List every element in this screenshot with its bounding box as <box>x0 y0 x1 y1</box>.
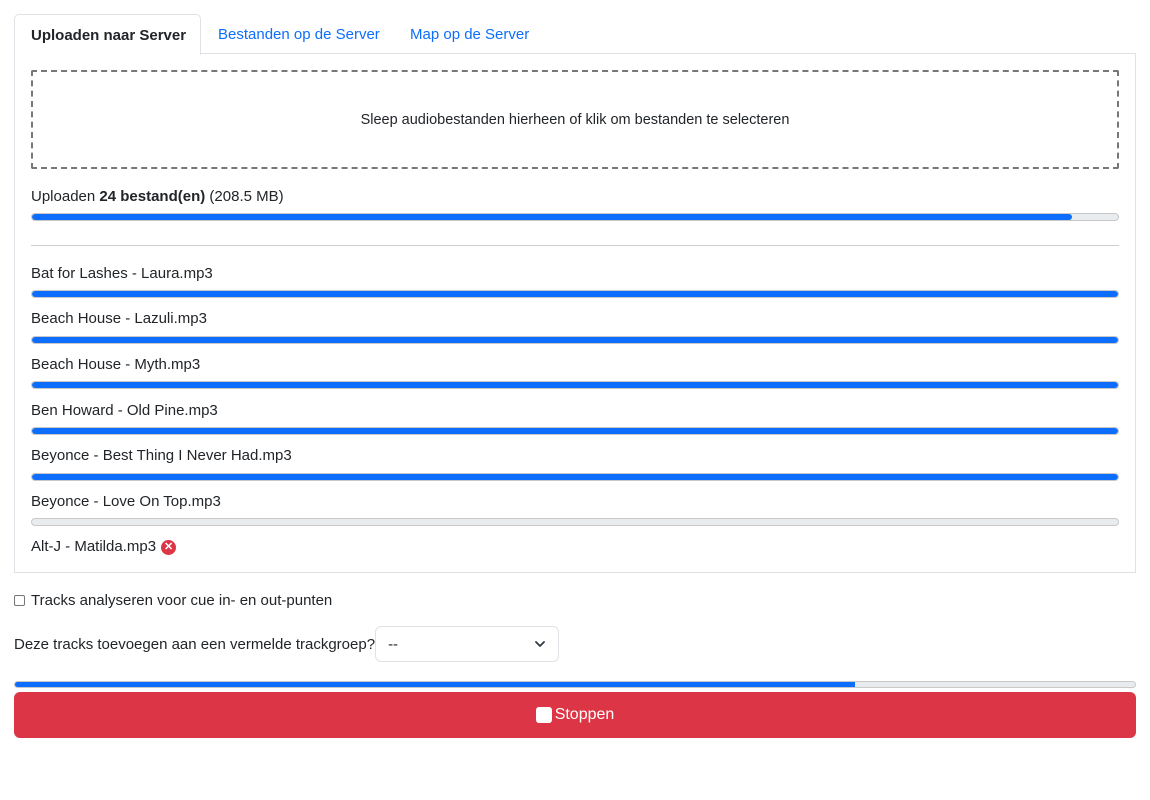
tab-upload-to-server[interactable]: Uploaden naar Server <box>14 14 201 55</box>
file-name: Beyonce - Best Thing I Never Had.mp3 <box>31 447 292 464</box>
file-progress-bar <box>31 473 1119 481</box>
track-group-selected: -- <box>388 635 399 653</box>
analyze-option[interactable]: Tracks analyseren voor cue in- en out-pu… <box>14 592 332 609</box>
file-progress-bar <box>31 381 1119 389</box>
summary-size: (208.5 MB) <box>209 188 284 205</box>
summary-progress-fill <box>32 214 1073 220</box>
error-icon: ✕ <box>161 540 177 555</box>
failed-file-name: Alt-J - Matilda.mp3 <box>31 538 157 555</box>
file-progress-fill <box>32 474 1118 480</box>
summary-prefix: Uploaden <box>31 188 96 205</box>
file-name: Beach House - Lazuli.mp3 <box>31 310 207 327</box>
summary-count: 24 bestand(en) <box>99 188 206 205</box>
summary-progress-bar <box>31 213 1119 221</box>
file-progress-bar <box>31 427 1119 435</box>
failed-file: Alt-J - Matilda.mp3 ✕ <box>31 538 177 555</box>
chevron-down-icon <box>535 641 545 647</box>
tab-bar: Uploaden naar Server Bestanden op de Ser… <box>14 14 1136 55</box>
file-name: Ben Howard - Old Pine.mp3 <box>31 402 218 419</box>
tab-files-on-server[interactable]: Bestanden op de Server <box>202 14 396 53</box>
overall-progress-bar <box>14 681 1136 688</box>
stop-button-label: Stoppen <box>554 706 615 723</box>
file-progress-fill <box>32 428 1118 434</box>
file-progress-bar <box>31 290 1119 298</box>
divider <box>31 245 1119 246</box>
stop-button[interactable]: Stoppen <box>14 692 1136 738</box>
file-name: Beyonce - Love On Top.mp3 <box>31 493 221 510</box>
file-progress-fill <box>32 382 1118 388</box>
file-progress-fill <box>32 291 1118 297</box>
file-progress-fill <box>32 337 1118 343</box>
upload-panel: Sleep audiobestanden hierheen of klik om… <box>14 53 1136 573</box>
file-progress-bar <box>31 518 1119 526</box>
file-name: Beach House - Myth.mp3 <box>31 356 201 373</box>
upload-summary: Uploaden 24 bestand(en) (208.5 MB) <box>31 188 284 205</box>
tab-folder-on-server[interactable]: Map op de Server <box>394 14 545 53</box>
track-group-row: Deze tracks toevoegen aan een vermelde t… <box>14 626 560 662</box>
dropzone-text: Sleep audiobestanden hierheen of klik om… <box>360 111 790 128</box>
overall-progress-fill <box>15 682 855 687</box>
track-group-select[interactable]: -- <box>375 626 560 662</box>
file-dropzone[interactable]: Sleep audiobestanden hierheen of klik om… <box>31 70 1119 169</box>
track-group-label: Deze tracks toevoegen aan een vermelde t… <box>14 635 376 653</box>
stop-icon <box>535 707 552 723</box>
file-name: Bat for Lashes - Laura.mp3 <box>31 265 213 282</box>
analyze-checkbox-label: Tracks analyseren voor cue in- en out-pu… <box>31 592 333 609</box>
file-progress-bar <box>31 336 1119 344</box>
analyze-checkbox[interactable] <box>14 595 25 606</box>
